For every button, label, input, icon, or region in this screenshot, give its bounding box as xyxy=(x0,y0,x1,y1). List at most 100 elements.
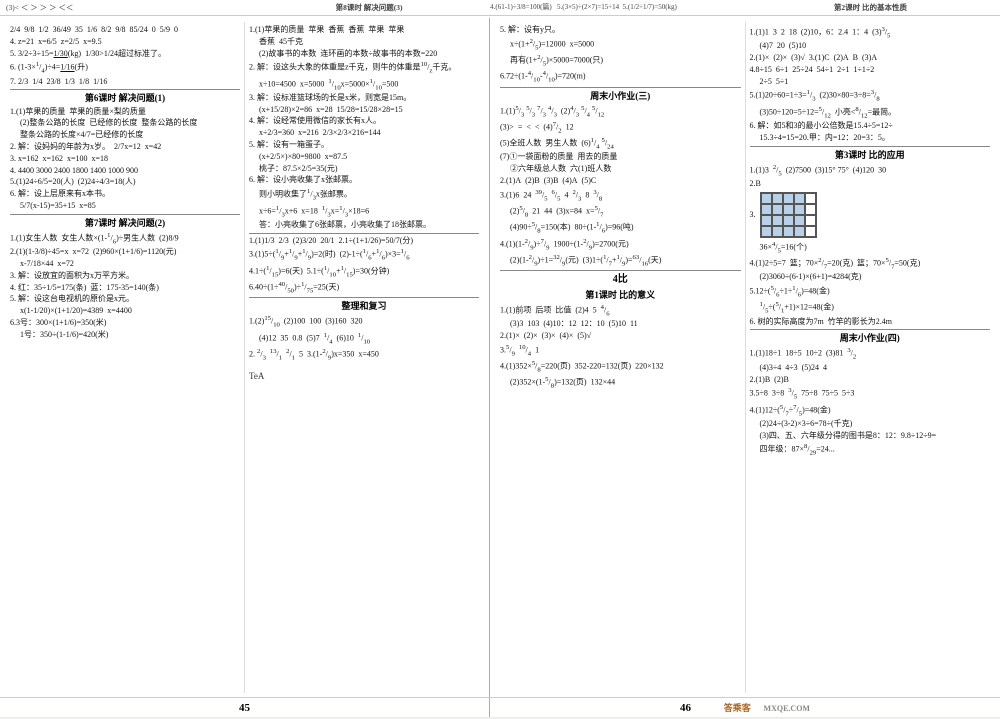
col4-line9: 15.3÷4=15=20.甲：内=12：20=3：5。 xyxy=(750,133,991,144)
col1-s2-7: x(1-1/20)×(1+1/20)=4389 x=4400 xyxy=(10,306,240,317)
top-col3-hint: 4.(61-1)÷3/8=100(篇) 5.(3×5)÷(2×7)=15÷14 … xyxy=(490,2,747,13)
col2-line16: 答：小亮收集了6张邮票，小亮收集了18张邮票。 xyxy=(249,220,479,231)
col3-hw3-7: 3.(1)6 24 39/5 6/5 4 2/3 8 3/8 xyxy=(500,188,741,203)
top-col4-header: 第2课时 比的基本性质 xyxy=(747,2,994,13)
col2-line1: 1.(1)苹果的质量 苹果 香蕉 香蕉 苹果 苹果 xyxy=(249,25,479,36)
col3-line4: 6.72÷(1-4/10-4/10)=720(m) xyxy=(500,69,741,84)
col1-line3: 5. 3/2÷3÷15=1/30(kg) 1/30>1/24超过标准了。 xyxy=(10,49,240,60)
col3-r1-5: 4.(1)352×5/8=220(页) 352-220=132(页) 220×1… xyxy=(500,359,741,374)
col4-hw4-5: 4.(1)12÷(5/7÷7/5)=48(金) xyxy=(750,403,991,418)
col4-s3-8: 6. 树的实际高度为7m 竹竿的影长为2.4m xyxy=(750,317,991,328)
page-num-right-val: 46 xyxy=(680,702,691,714)
col1-s1-7: 5.(1)24÷6/5=20(人) (2)24÷4/3=18(人) xyxy=(10,177,240,188)
col3-hw3-title: 周末小作业(三) xyxy=(500,90,741,102)
col3-line1: 5. 解：设有y只。 xyxy=(500,25,741,36)
col2-review-1: 1.(2)15/10 (2)100 100 (3)160 320 xyxy=(249,314,479,329)
col4-hw4-3: 2.(1)B (2)B xyxy=(750,375,991,386)
col4-s3-1: 1.(1)3 2/5 (2)7500 (3)15° 75° (4)120 30 xyxy=(750,163,991,178)
col3-hw3-2: (3)> = < < (4)7/2 12 xyxy=(500,120,741,135)
col4-line6: 5.(1)20÷60=1÷3=1/3 (2)30×80=3÷8=3/8 xyxy=(750,88,991,103)
col3-hw3-9: (4)90÷5/8=150(本) 80÷(1-1/6)=96(吨) xyxy=(500,220,741,235)
col2-line17: 1.(1)1/3 2/3 (2)3/20 20/1 2.1÷(1+1/26)=5… xyxy=(249,236,479,247)
col1-s1-3: 整条公路的长度×4/7=已经修的长度 xyxy=(10,130,240,141)
col1-s2-9: 1号：350÷(1-1/6)=420(米) xyxy=(10,330,240,341)
col2-line9: x÷2/3=360 x=216 2/3×2/3×216=144 xyxy=(249,128,479,139)
col2-line12: 桃子：87.5×2/5=35(元) xyxy=(249,164,479,175)
col3-hw3-10: 4.(1)(1-2/9)÷7/9 1900÷(1-2/9)=2700(元) xyxy=(500,237,741,252)
content-area: 2/4 9/8 1/2 36/49 35 1/6 8/2 9/8 85/24 0… xyxy=(0,18,1000,697)
col1-s2-5: 4. 红：35÷1/5=175(条) 蓝：175-35=140(条) xyxy=(10,283,240,294)
col4-line5: 2÷5 5÷1 xyxy=(750,77,991,88)
col3-hw3-8: (2)5/8 21 44 (3)x=84 x=5/7 xyxy=(500,204,741,219)
col1-s2-1: 1.(1)女生人数 女生人数×(1-1/6)÷男生人数 (2)8/9 xyxy=(10,231,240,246)
col4-s3-title: 第3课时 比的应用 xyxy=(750,149,991,161)
col3-r1-1: 1.(1)前项 后项 比值 (2)4 5 4/6 xyxy=(500,303,741,318)
col1-s2-8: 6.3号：300×(1+1/6)=350(米) xyxy=(10,318,240,329)
col3-line3: 再有(1+2/5)×5000=7000(只) xyxy=(500,53,741,68)
col2-section-review: 整理和复习 xyxy=(249,300,479,312)
col3-ratio-sub: 第1课时 比的意义 xyxy=(500,289,741,301)
col4-line7: (3)50÷120=5÷12=5/12 小亮<8/12=最简。 xyxy=(750,105,991,120)
col1-section1: 第6课时 解决问题(1) xyxy=(10,92,240,104)
col2: 1.(1)苹果的质量 苹果 香蕉 香蕉 苹果 苹果 香蕉 45千克 (2)故事书… xyxy=(245,22,483,693)
col2-line6: 3. 解：设标准篮球场的长是x米，则宽是15m。 xyxy=(249,93,479,104)
col1-section2: 第7课时 解决问题(2) xyxy=(10,217,240,229)
col4-line4: 4.8÷15 6÷1 25÷24 54÷1 2÷1 1÷1÷2 xyxy=(750,65,991,76)
col3-r1-4: 3.5/9 10/4 1 xyxy=(500,343,741,358)
col4-s3-3: 3. xyxy=(750,191,991,239)
col2-line14: 则小明收集了1/3x张邮票。 xyxy=(249,187,479,202)
bottom-bar: 45 46 答乘客 MXQE.COM xyxy=(0,697,1000,717)
col4-s3-4: 4.(1)2÷5=7 篮；70×2/7=20(克) 篮；70×5/7=50(克) xyxy=(750,256,991,271)
top-col2-header: 第8课时 解决问题(3) xyxy=(248,2,490,13)
col1-s1-9: 5/7(x-15)=35+15 x=85 xyxy=(10,201,240,212)
col1-line5: 7. 2/3 1/4 23/8 1/3 1/8 1/16 xyxy=(10,77,240,88)
col4-hw4-6: (2)24÷(3-2)×3÷6=78÷(千克) xyxy=(750,419,991,430)
col3-hw3-6: 2.(1)A (2)B (3)B (4)A (5)C xyxy=(500,176,741,187)
col3-hw3-5: ②六年级总人数 六(1)班人数 xyxy=(500,164,741,175)
col3-r1-2: (3)3 103 (4)10：12 12：10 (5)10 11 xyxy=(500,319,741,330)
col2-line5: x÷10=4500 x=5000 1/10x=5000×1/10=500 xyxy=(249,77,479,92)
col3-r1-3: 2.(1)× (2)× (3)× (4)× (5)√ xyxy=(500,331,741,342)
page-num-right: 46 答乘客 MXQE.COM xyxy=(490,698,1000,717)
col1-line1: 2/4 9/8 1/2 36/49 35 1/6 8/2 9/8 85/24 0… xyxy=(10,25,240,36)
tea-label: TeA xyxy=(249,370,479,382)
page-container: (3)< ＜ ＞ ＞ ＞ ＜＜ 第8课时 解决问题(3) 4.(61-1)÷3/… xyxy=(0,0,1000,717)
top-left-hint: (3)< ＜ ＞ ＞ ＞ ＜＜ xyxy=(6,2,248,13)
col1-line4: 6. (1-3×1/4)÷4=1/16(升) xyxy=(10,60,240,75)
col2-line4: 2. 解：设这头大象的体重是z千克，则牛的体重是10/z千克。 xyxy=(249,60,479,75)
col4-line8: 6. 解：如5和3的最小公倍数是15.4÷5=12÷ xyxy=(750,121,991,132)
col4-hw4-1: 1.(1)18÷1 18÷5 10÷2 (3)81 3/2 xyxy=(750,346,991,361)
col1-s2-6: 5. 解：设这台电视机的原价是x元。 xyxy=(10,294,240,305)
col2-line18: 3.(1)5÷(1/9+1/9+1/9)=2(时) (2)-1÷(1/6+1/6… xyxy=(249,247,479,262)
col1-s1-1: 1.(1)苹果的质量 苹果的质量×梨的质量 xyxy=(10,107,240,118)
col1-line2: 4. z=21 x=6/5 z=2/5 x=9.5 xyxy=(10,37,240,48)
col2-line20: 6.40÷(1÷40/50)÷1/75=25(天) xyxy=(249,280,479,295)
col1-s2-3: x-7/18×44 x=72 xyxy=(10,259,240,270)
col4-hw4-2: (4)3÷4 4÷3 (5)24 4 xyxy=(750,363,991,374)
col3-ratio-title: 4比 xyxy=(500,273,741,287)
col2-line10: 5. 解：设有一箱蛋子。 xyxy=(249,140,479,151)
col1-s2-2: 2.(1)(1-3/8)÷45=x x=72 (2)960×(1+1/6)=11… xyxy=(10,247,240,258)
col4-hw4-7: (3)四、五、六年级分得的图书是8：12：9.8÷12÷9= xyxy=(750,431,991,442)
col4-hw4-title: 周末小作业(四) xyxy=(750,332,991,344)
col4-s3-2: 2.B xyxy=(750,179,991,190)
col3-hw3-1: 1.(1)5/3 5/3 7/3 4/3 (2)4/3 5/4 5/12 xyxy=(500,104,741,119)
col4-s3-6: 5.12÷(5/6÷1÷1/6)=48(金) xyxy=(750,284,991,299)
col1-s1-2: (2)整条公路的长度 已经修的长度 整条公路的长度 xyxy=(10,118,240,129)
col4-s3-5: (2)3060÷(6-1)×(6+1)=4284(克) xyxy=(750,272,991,283)
col2-line3: (2)故事书的本数 连环画的本数÷故事书的本数=220 xyxy=(249,49,479,60)
col4-line2: (4)7 20 (5)10 xyxy=(750,41,991,52)
col3: 5. 解：设有y只。 x÷(1+2/5)=12000 x=5000 再有(1+2… xyxy=(496,22,746,693)
col3-hw3-3: (5)全班人数 男生人数 (6)1/4 5/24 xyxy=(500,136,741,151)
page-num-left: 45 xyxy=(0,698,490,717)
col1-s1-8: 6. 解：设上层原来有x本书。 xyxy=(10,189,240,200)
right-page: 5. 解：设有y只。 x÷(1+2/5)=12000 x=5000 再有(1+2… xyxy=(490,18,1000,697)
col4-hw4-8: 四年级：87×8/29=24... xyxy=(750,442,991,457)
col2-line15: x÷6=1/3x+6 x=18 1/3x=1/3×18=6 xyxy=(249,204,479,219)
col2-line2: 香蕉 45千克 xyxy=(249,37,479,48)
site-url: MXQE.COM xyxy=(764,704,810,713)
col2-line11: (x+2/5×)×80=9800 x=87.5 xyxy=(249,152,479,163)
col2-review-2: (4)12 35 0.8 (5)7 1/4 (6)10 1/10 xyxy=(249,331,479,346)
col1-s1-6: 4. 4400 3000 2400 1800 1400 1000 900 xyxy=(10,166,240,177)
col4-line3: 2.(1)× (2)× (3)√ 3.(1)C (2)A B (3)A xyxy=(750,53,991,64)
